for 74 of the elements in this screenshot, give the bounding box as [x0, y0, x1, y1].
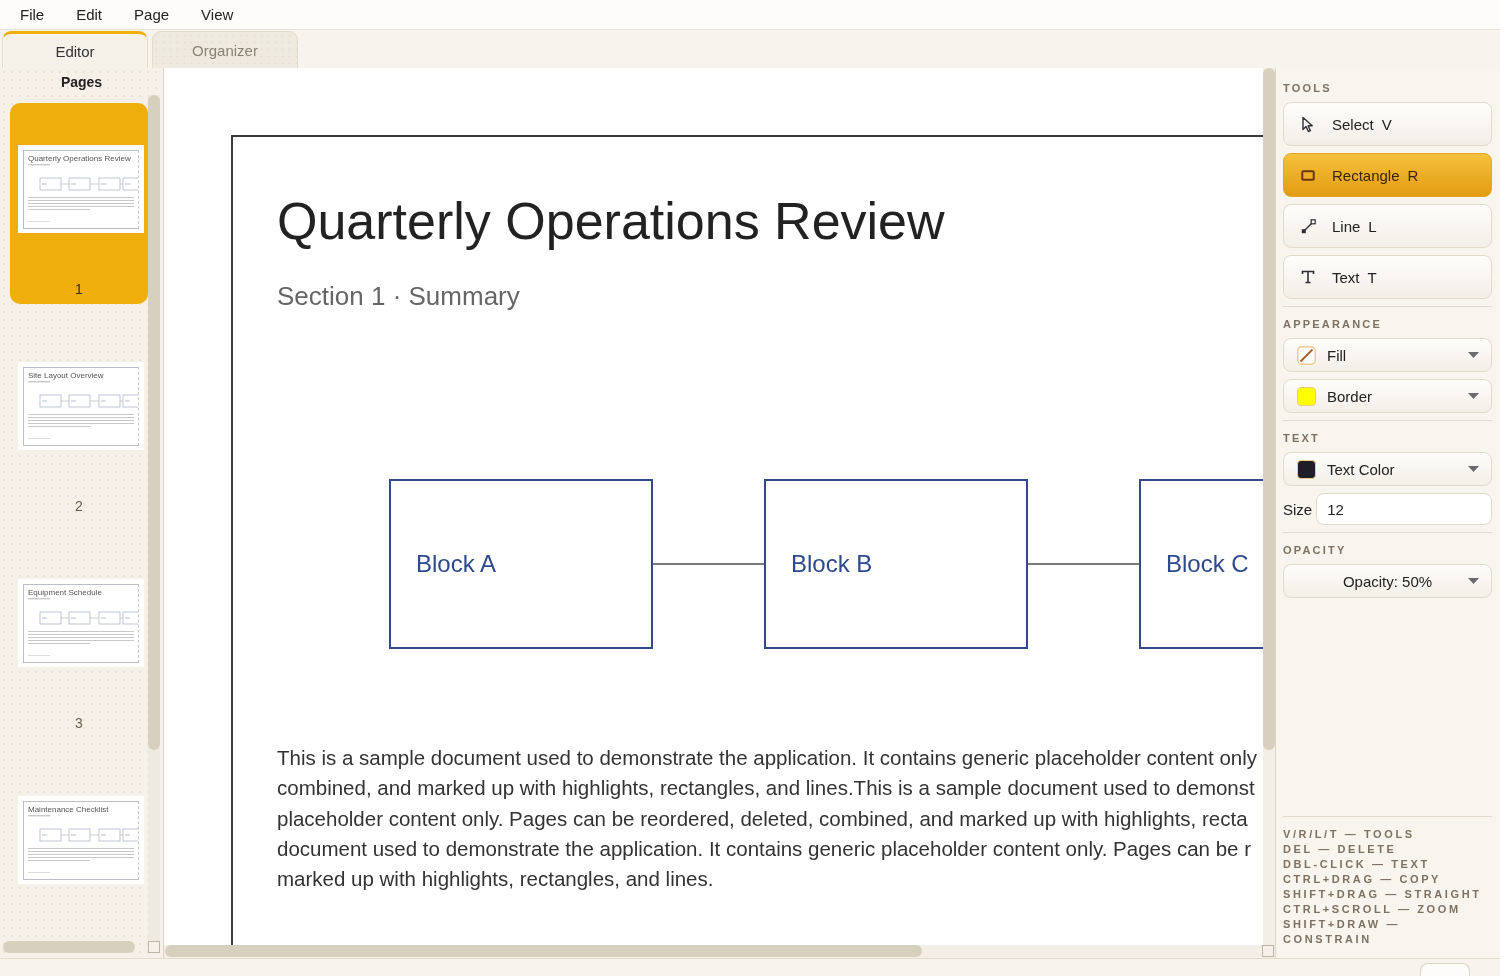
shortcut-hint: CTRL+DRAG — COPY	[1283, 872, 1442, 887]
rectangle-icon	[1301, 169, 1315, 181]
page-number: 1	[75, 281, 83, 298]
dropdown-label: Opacity: 50%	[1342, 572, 1433, 590]
caret-icon	[1468, 352, 1479, 358]
body-text-line: placeholder content only. Pages can be reordered, deleted, combined, and marked up with highlights, recta	[277, 805, 1248, 832]
section-heading: TEXT	[1283, 431, 1320, 445]
shortcut-hint: SHIFT+DRAW — CONSTRAIN	[1283, 917, 1402, 947]
shortcut-key: R	[1407, 166, 1419, 184]
shortcut-key: L	[1368, 217, 1377, 235]
thumbnail-title: Maintenance Checklist	[28, 805, 109, 814]
scrollbar-thumb[interactable]	[1263, 68, 1275, 750]
page-number: 3	[75, 715, 83, 732]
tool-button[interactable]: Select V	[1283, 102, 1492, 146]
menu-item[interactable]: File	[20, 6, 45, 23]
cursor-arrow-icon	[1301, 115, 1315, 133]
shortcut-key: T	[1367, 268, 1377, 286]
dropdown-label: Border	[1327, 387, 1373, 405]
dropdown-label: Fill	[1327, 346, 1347, 364]
scrollbar-thumb[interactable]	[148, 95, 160, 750]
page-number: 2	[75, 498, 83, 515]
shortcut-hint: DBL-CLICK — TEXT	[1283, 857, 1430, 872]
page-list-item[interactable]: Quarterly Operations Review 1	[10, 103, 148, 304]
page-list-item[interactable]: Site Layout Overview 2	[10, 320, 148, 521]
document-title: Quarterly Operations Review	[277, 191, 945, 251]
panel-title: Pages	[60, 73, 103, 90]
shortcut-key: V	[1381, 115, 1392, 133]
tool-label: Select	[1332, 115, 1374, 133]
caret-icon	[1468, 466, 1479, 472]
section-heading: TOOLS	[1283, 81, 1332, 95]
dropdown[interactable]: Border	[1283, 379, 1492, 413]
body-text-line: marked up with highlights, rectangles, and lines.	[277, 866, 714, 893]
body-text-line: combined, and marked up with highlights, rectangles, and lines.This is a sample document used to demonst	[277, 775, 1255, 802]
tool-label: Rectangle	[1332, 166, 1400, 184]
dropdown[interactable]: Opacity: 50%	[1283, 564, 1492, 598]
block-label: Block A	[416, 550, 497, 578]
block-label: Block B	[791, 550, 873, 578]
line-icon	[1300, 218, 1316, 234]
block-label: Block C	[1166, 550, 1249, 578]
size-input[interactable]: 12	[1316, 493, 1492, 525]
letter-t-icon	[1301, 270, 1315, 284]
thumbnail-title: Equipment Schedule	[28, 588, 102, 597]
body-text-line: document used to demonstrate the application. It contains generic placeholder content only. Pages can be r	[277, 835, 1251, 862]
menu-item[interactable]: View	[201, 6, 234, 23]
dropdown[interactable]: Text Color	[1283, 452, 1492, 486]
shortcut-hint: V/R/L/T — TOOLS	[1283, 827, 1415, 842]
cut-off-button[interactable]	[1420, 963, 1470, 976]
scrollbar-thumb[interactable]	[3, 941, 135, 953]
section-heading: APPEARANCE	[1283, 317, 1382, 331]
tool-button[interactable]: Rectangle R	[1283, 153, 1492, 197]
menu-item[interactable]: Edit	[76, 6, 103, 23]
size-label: Size	[1283, 500, 1313, 518]
page-list-item[interactable]: Equipment Schedule 3	[10, 537, 148, 738]
thumbnail-title: Site Layout Overview	[28, 371, 104, 380]
tool-label: Line	[1332, 217, 1361, 235]
document-subtitle: Section 1 · Summary	[277, 281, 520, 311]
shortcut-hint: DEL — DELETE	[1283, 842, 1397, 857]
shortcut-hint: SHIFT+DRAG — STRAIGHT	[1283, 887, 1482, 902]
tool-label: Text	[1332, 268, 1360, 286]
caret-icon	[1468, 578, 1479, 584]
no-fill-swatch-icon	[1297, 345, 1316, 365]
scrollbar-thumb[interactable]	[165, 945, 922, 957]
tab[interactable]: Editor	[2, 31, 148, 68]
shortcut-hint: CTRL+SCROLL — ZOOM	[1283, 902, 1461, 917]
menu-item[interactable]: Page	[134, 6, 170, 23]
thumbnail-title: Quarterly Operations Review	[28, 154, 131, 163]
caret-icon	[1468, 393, 1479, 399]
tool-button[interactable]: Line L	[1283, 204, 1492, 248]
page-list-item[interactable]: Maintenance Checklist	[10, 754, 148, 941]
section-heading: OPACITY	[1283, 543, 1347, 557]
dropdown[interactable]: Fill	[1283, 338, 1492, 372]
tool-button[interactable]: Text T	[1283, 255, 1492, 299]
body-text-line: This is a sample document used to demonstrate the application. It contains generic placeholder content only	[277, 745, 1258, 771]
dropdown-label: Text Color	[1327, 460, 1395, 478]
